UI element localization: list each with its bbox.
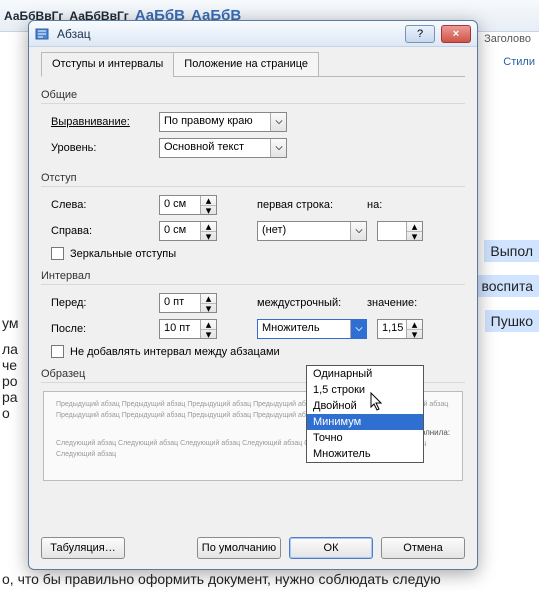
- linespacing-combo[interactable]: Множитель: [257, 319, 367, 339]
- bg-text: ла: [2, 341, 18, 357]
- styles-button[interactable]: Стили: [503, 56, 535, 68]
- dropdown-option-selected[interactable]: Минимум: [307, 414, 423, 430]
- dialog-title: Абзац: [57, 27, 399, 41]
- tab-indents[interactable]: Отступы и интервалы: [41, 52, 174, 77]
- dropdown-option[interactable]: 1,5 строки: [307, 382, 423, 398]
- dropdown-option[interactable]: Точно: [307, 430, 423, 446]
- after-label: После:: [51, 323, 159, 335]
- section-spacing: Интервал: [41, 270, 465, 285]
- dialog-icon: [35, 26, 51, 42]
- after-spin[interactable]: 10 пт ▴▾: [159, 319, 217, 339]
- help-button[interactable]: ?: [405, 25, 435, 43]
- tab-position[interactable]: Положение на странице: [173, 52, 319, 77]
- ok-button[interactable]: ОК: [289, 537, 373, 559]
- outline-label: Уровень:: [51, 142, 159, 154]
- chevron-down-icon: [270, 139, 286, 157]
- spin-down-icon[interactable]: ▾: [201, 231, 216, 240]
- default-button[interactable]: По умолчанию: [197, 537, 281, 559]
- section-indent: Отступ: [41, 172, 465, 187]
- by-label: на:: [367, 199, 407, 211]
- style-caption: Заголово: [484, 33, 531, 45]
- dropdown-option[interactable]: Множитель: [307, 446, 423, 462]
- chevron-down-icon: [350, 222, 366, 240]
- before-spin[interactable]: 0 пт ▴▾: [159, 293, 217, 313]
- section-general: Общие: [41, 89, 465, 104]
- dropdown-option[interactable]: Одинарный: [307, 366, 423, 382]
- indent-left-label: Слева:: [51, 199, 159, 211]
- spin-down-icon[interactable]: ▾: [201, 329, 216, 338]
- by-spin[interactable]: ▴▾: [377, 221, 423, 241]
- titlebar[interactable]: Абзац ? ×: [29, 21, 477, 47]
- firstline-combo[interactable]: (нет): [257, 221, 367, 241]
- outline-combo[interactable]: Основной текст: [159, 138, 287, 158]
- no-space-label: Не добавлять интервал между абзацами: [70, 346, 280, 358]
- firstline-label: первая строка:: [257, 199, 367, 211]
- bg-highlighted-text: воспита: [475, 275, 539, 297]
- indent-right-spin[interactable]: 0 см ▴▾: [159, 221, 217, 241]
- bg-highlighted-text: Выпол: [484, 240, 539, 262]
- bg-text: ро: [2, 373, 18, 389]
- spin-down-icon[interactable]: ▾: [407, 231, 422, 240]
- before-label: Перед:: [51, 297, 159, 309]
- linespacing-label: междустрочный:: [257, 297, 367, 309]
- mirror-label: Зеркальные отступы: [70, 248, 176, 260]
- bg-text: ум: [2, 315, 18, 331]
- linespacing-dropdown-list[interactable]: Одинарный 1,5 строки Двойной Минимум Точ…: [306, 365, 424, 463]
- spin-down-icon[interactable]: ▾: [407, 329, 422, 338]
- paragraph-dialog: Абзац ? × Отступы и интервалы Положение …: [28, 20, 478, 570]
- alignment-label: Выравнивание:: [51, 116, 159, 128]
- bg-text: ра: [2, 389, 18, 405]
- bg-text: о, что бы правильно оформить документ, н…: [2, 571, 441, 587]
- chevron-down-icon: [270, 113, 286, 131]
- bg-text: о: [2, 405, 18, 421]
- dropdown-option[interactable]: Двойной: [307, 398, 423, 414]
- spin-down-icon[interactable]: ▾: [201, 303, 216, 312]
- tab-strip: Отступы и интервалы Положение на страниц…: [41, 51, 465, 77]
- indent-right-label: Справа:: [51, 225, 159, 237]
- mirror-checkbox[interactable]: [51, 247, 64, 260]
- no-space-checkbox[interactable]: [51, 345, 64, 358]
- tabs-button[interactable]: Табуляция…: [41, 537, 125, 559]
- bg-text: че: [2, 357, 18, 373]
- cancel-button[interactable]: Отмена: [381, 537, 465, 559]
- bg-highlighted-text: Пушко: [485, 310, 539, 332]
- chevron-down-icon: [350, 320, 366, 338]
- alignment-combo[interactable]: По правому краю: [159, 112, 287, 132]
- spin-down-icon[interactable]: ▾: [201, 205, 216, 214]
- indent-left-spin[interactable]: 0 см ▴▾: [159, 195, 217, 215]
- value-label: значение:: [367, 297, 427, 309]
- close-button[interactable]: ×: [441, 25, 471, 43]
- value-spin[interactable]: 1,15 ▴▾: [377, 319, 423, 339]
